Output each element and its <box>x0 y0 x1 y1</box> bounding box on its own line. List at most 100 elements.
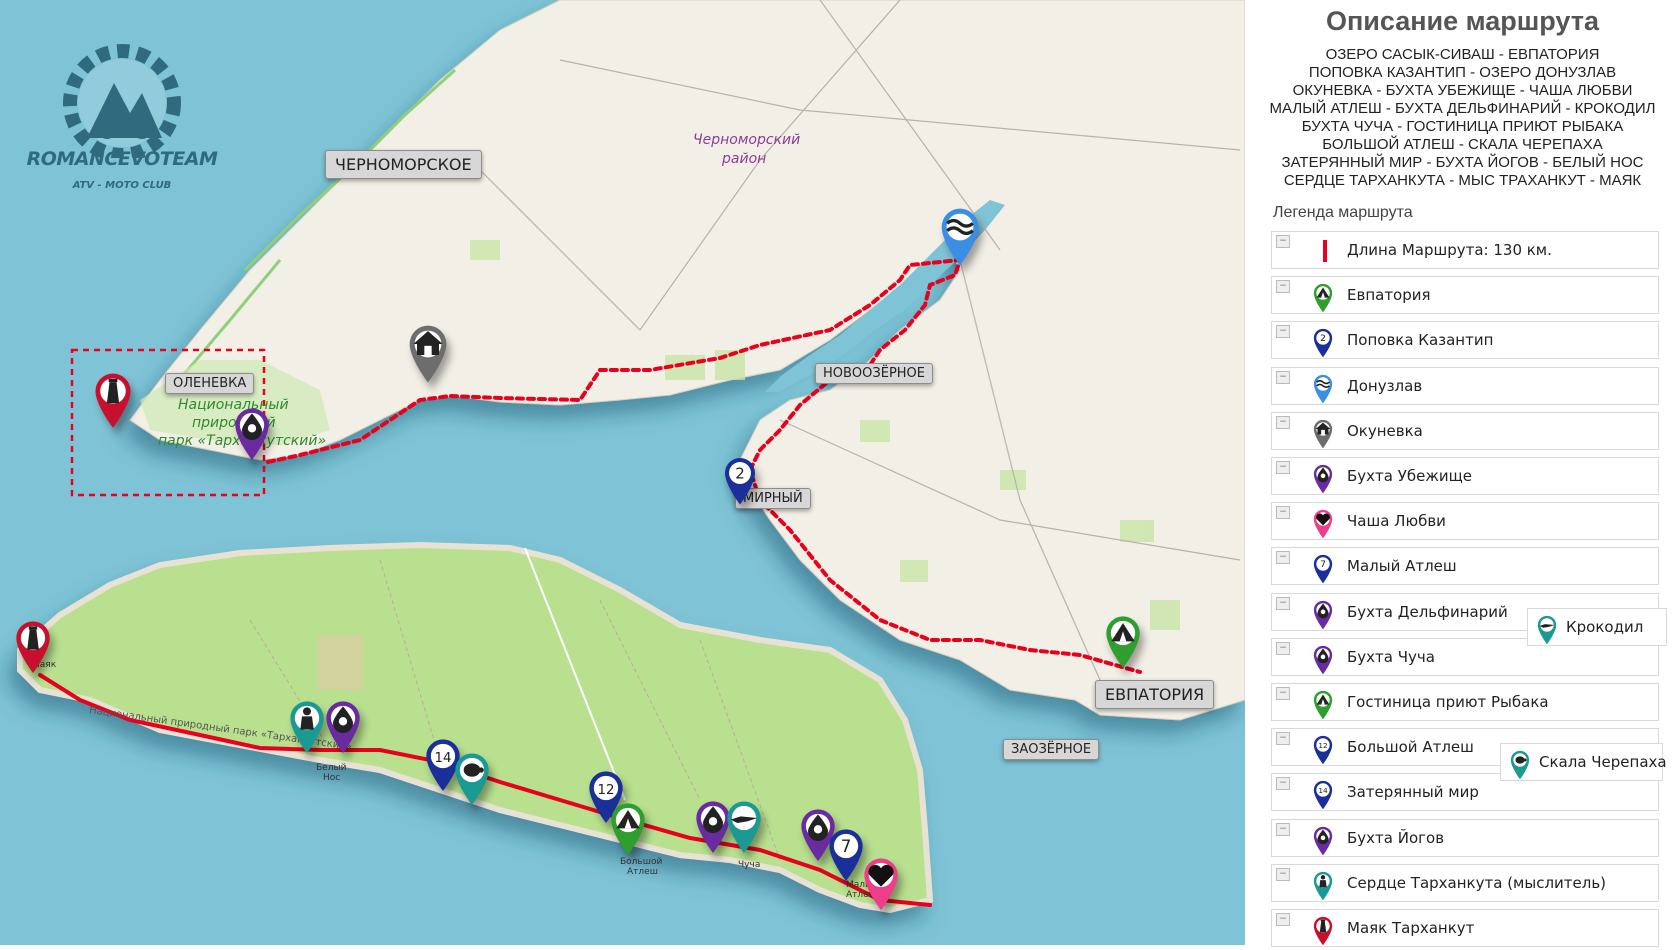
num-pin-icon: 2 <box>725 458 755 505</box>
place-label-novoozernoe[interactable]: НОВООЗЁРНОЕ <box>815 363 934 384</box>
red-line-icon <box>1312 237 1338 267</box>
tent-pin-icon <box>1106 616 1140 668</box>
collapse-toggle-icon[interactable]: − <box>1276 867 1290 881</box>
legend-label: Скала Черепаха <box>1539 753 1667 771</box>
legend-row[interactable]: − 7 Малый Атлеш <box>1271 547 1659 586</box>
route-line: МАЛЫЙ АТЛЕШ - БУХТА ДЕЛЬФИНАРИЙ - КРОКОД… <box>1269 100 1656 117</box>
collapse-toggle-icon[interactable]: − <box>1276 235 1290 248</box>
collapse-toggle-icon[interactable]: − <box>1276 280 1290 294</box>
legend-label: Малый Атлеш <box>1347 557 1457 576</box>
place-label-olenevka[interactable]: ОЛЕНЕВКА <box>165 373 255 394</box>
drop-pin-icon <box>1312 644 1338 675</box>
collapse-toggle-icon[interactable]: − <box>1276 822 1290 836</box>
legend-label: Сердце Тарханкута (мыслитель) <box>1347 873 1607 892</box>
legend-row[interactable]: − 2 Поповка Казантип <box>1271 321 1659 360</box>
route-line: СЕРДЦЕ ТАРХАНКУТА - МЫС ТРАХАНКУТ - МАЯК <box>1283 172 1642 189</box>
svg-text:12: 12 <box>598 783 615 798</box>
logo-subtitle: ATV - MOTO CLUB <box>72 180 172 191</box>
drop-pin-icon <box>1312 825 1338 855</box>
house-pin-icon <box>1312 418 1338 449</box>
legend-title: Легенда маршрута <box>1273 204 1413 221</box>
crocodile-pin-icon <box>1536 614 1562 645</box>
lighthouse-pin-icon <box>1312 915 1338 946</box>
legend-row[interactable]: − Бухта Убежище <box>1271 457 1659 495</box>
legend-label: Крокодил <box>1566 618 1644 636</box>
legend-label: Длина Маршрута: 130 км. <box>1347 241 1552 259</box>
legend-label: Затерянный мир <box>1347 783 1479 802</box>
collapse-toggle-icon[interactable]: − <box>1276 551 1290 565</box>
collapse-toggle-icon[interactable]: − <box>1276 732 1290 746</box>
tent-pin-icon <box>611 803 645 855</box>
inset-label-bolshoy-atlesh-2: Атлеш <box>627 867 658 877</box>
legend-label: Бухта Йогов <box>1347 828 1445 847</box>
route-map[interactable]: ROMANCEVOTEAM ATV - MOTO CLUB ЧЕРНОМОРСК… <box>0 0 1245 945</box>
thinker-pin-icon <box>290 701 324 753</box>
legend-label: Евпатория <box>1347 286 1431 305</box>
collapse-toggle-icon[interactable]: − <box>1276 596 1290 610</box>
drop-pin-icon <box>1312 599 1338 629</box>
legend-row[interactable]: − Евпатория <box>1271 276 1659 315</box>
legend-label: Бухта Дельфинарий <box>1347 602 1508 621</box>
collapse-toggle-icon[interactable]: − <box>1276 687 1290 700</box>
place-label-zaozernoe[interactable]: ЗАОЗЁРНОЕ <box>1003 739 1100 760</box>
house-pin-icon <box>409 325 447 383</box>
collapse-toggle-icon[interactable]: − <box>1276 325 1290 339</box>
inset-field <box>318 635 363 690</box>
collapse-toggle-icon[interactable]: − <box>1276 913 1290 926</box>
svg-text:12: 12 <box>1318 741 1327 750</box>
waves-pin-icon <box>941 208 979 266</box>
lighthouse-pin-icon <box>95 373 131 428</box>
tent-pin-icon <box>1312 689 1338 720</box>
collapse-toggle-icon[interactable]: − <box>1276 370 1290 384</box>
inset-label-beliy-nos-2: Нос <box>323 773 341 783</box>
tent-pin-icon <box>1312 282 1338 313</box>
collapse-toggle-icon[interactable]: − <box>1276 777 1290 791</box>
legend-callout[interactable]: Крокодил <box>1527 608 1667 646</box>
collapse-toggle-icon[interactable]: − <box>1276 506 1290 520</box>
legend-label: Гостиница приют Рыбака <box>1347 693 1549 711</box>
legend-row[interactable]: − Бухта Йогов <box>1271 818 1659 857</box>
panel-title: Описание маршрута <box>1325 6 1600 36</box>
heart-pin-icon <box>1312 508 1338 539</box>
route-line: ЗАТЕРЯННЫЙ МИР - БУХТА ЙОГОВ - БЕЛЫЙ НОС <box>1281 154 1644 171</box>
route-panel: Описание маршрута ОЗЕРО САСЫК-СИВАШ - ЕВ… <box>1245 0 1680 947</box>
inset-label-bolshoy-atlesh-1: Большой <box>620 857 663 867</box>
legend-row[interactable]: − Длина Маршрута: 130 км. <box>1271 231 1659 269</box>
gear-logo-icon <box>63 44 181 158</box>
number-12-pin-icon: 12 <box>1312 734 1338 765</box>
collapse-toggle-icon[interactable]: − <box>1276 461 1290 474</box>
logo: ROMANCEVOTEAM ATV - MOTO CLUB <box>22 38 222 203</box>
legend-row[interactable]: − Донузлав <box>1271 366 1659 405</box>
legend-label: Маяк Тарханкут <box>1347 919 1475 937</box>
legend-row[interactable]: − Чаша Любви <box>1271 502 1659 541</box>
legend-label: Бухта Чуча <box>1347 647 1435 666</box>
route-line: ПОПОВКА КАЗАНТИП - ОЗЕРО ДОНУЗЛАВ <box>1308 64 1617 81</box>
route-line: БУХТА ЧУЧА - ГОСТИНИЦА ПРИЮТ РЫБАКА <box>1301 118 1624 135</box>
collapse-toggle-icon[interactable]: − <box>1276 415 1290 429</box>
collapse-toggle-icon[interactable]: − <box>1276 641 1290 655</box>
drop-pin-icon <box>326 701 360 753</box>
legend-row[interactable]: − Сердце Тарханкута (мыслитель) <box>1271 863 1659 902</box>
place-label-chernomorskoe[interactable]: ЧЕРНОМОРСКОЕ <box>325 150 482 179</box>
drop-pin-icon <box>1312 463 1338 494</box>
croc-pin-icon <box>727 801 761 853</box>
turtle-pin-icon <box>455 753 489 805</box>
route-line: БОЛЬШОЙ АТЛЕШ - СКАЛА ЧЕРЕПАХА <box>1322 136 1603 153</box>
svg-text:7: 7 <box>841 837 852 856</box>
legend-label: Окуневка <box>1347 421 1423 440</box>
legend-label: Большой Атлеш <box>1347 738 1474 757</box>
legend-callout[interactable]: Скала Черепаха <box>1500 743 1667 781</box>
place-label-evpatoria[interactable]: ЕВПАТОРИЯ <box>1095 680 1215 709</box>
legend-row[interactable]: − Гостиница приют Рыбака <box>1271 683 1659 721</box>
svg-text:14: 14 <box>1318 787 1328 796</box>
drop-pin-icon <box>235 408 269 460</box>
district-label-line1: Черноморский <box>693 132 801 148</box>
num-pin-icon: 7 <box>829 829 863 881</box>
legend-row[interactable]: − Маяк Тарханкут <box>1271 909 1659 947</box>
legend-row[interactable]: − Окуневка <box>1271 411 1659 450</box>
lighthouse-pin-icon <box>16 621 50 673</box>
number-2-pin-icon: 2 <box>1312 327 1338 358</box>
legend-label: Чаша Любви <box>1347 512 1446 531</box>
svg-text:14: 14 <box>435 751 452 766</box>
svg-text:2: 2 <box>1320 334 1326 345</box>
